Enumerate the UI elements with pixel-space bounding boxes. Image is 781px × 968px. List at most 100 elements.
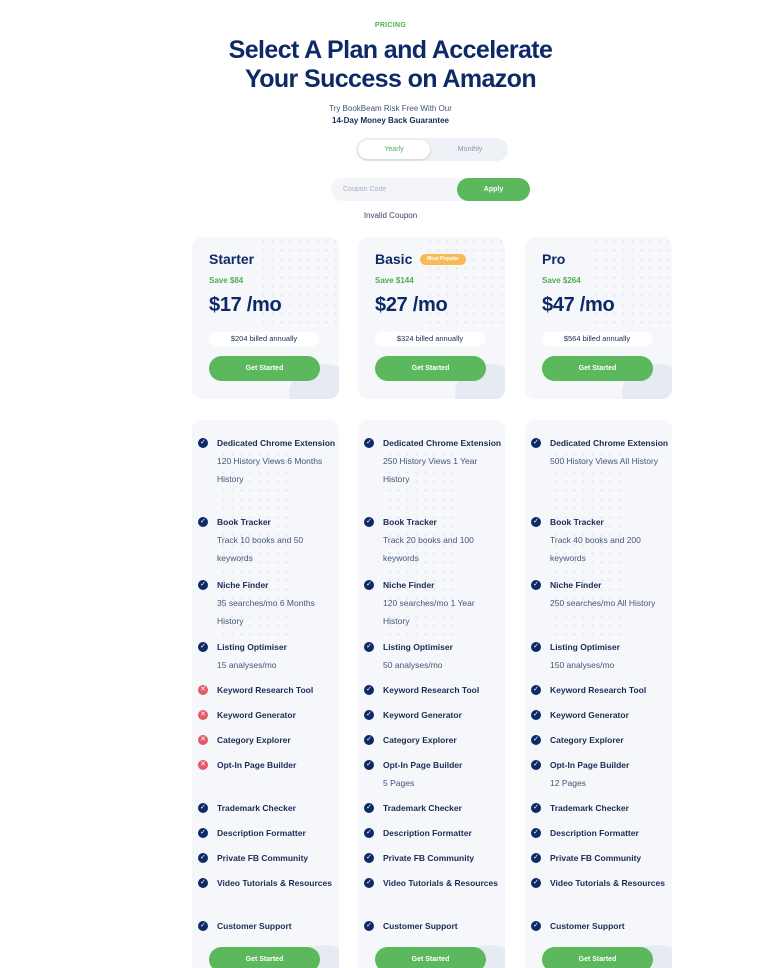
feature-name: Dedicated Chrome Extension: [383, 438, 502, 448]
plan-card-1: Basic Most Popular Save $144 $27 /mo $32…: [358, 237, 505, 399]
check-icon: ✓: [198, 853, 208, 863]
subtitle: Try BookBeam Risk Free With Our: [329, 104, 452, 113]
coupon-input[interactable]: [343, 182, 453, 197]
feature-detail: 500 History Views All History: [550, 456, 659, 466]
section-eyebrow: PRICING: [374, 22, 407, 29]
check-icon: ✓: [531, 685, 541, 695]
check-icon: ✓: [531, 803, 541, 813]
check-icon: ✓: [531, 642, 541, 652]
check-icon: ✓: [364, 853, 374, 863]
feature-name: Opt-In Page Builder: [217, 760, 297, 770]
feature-name: Private FB Community: [550, 853, 642, 863]
check-icon: ✓: [364, 803, 374, 813]
check-icon: ✓: [198, 828, 208, 838]
check-icon: ✓: [531, 921, 541, 931]
title-line-2: Your Success on Amazon: [244, 65, 537, 93]
check-icon: ✓: [364, 438, 374, 448]
plan-billed-annually: $324 billed annually: [375, 332, 485, 346]
get-started-button[interactable]: Get Started: [209, 356, 320, 381]
plan-billed-annually: $564 billed annually: [542, 332, 652, 346]
feature-name: Niche Finder: [217, 580, 269, 590]
feature-detail: 150 analyses/mo: [550, 660, 615, 670]
get-started-button[interactable]: Get Started: [542, 356, 653, 381]
cross-icon: ✕: [198, 760, 208, 770]
apply-coupon-button[interactable]: Apply: [457, 178, 530, 201]
feature-detail: Track 10 books and 50 keywords: [217, 535, 304, 563]
feature-name: Listing Optimiser: [217, 642, 287, 652]
plan-price: $17 /mo: [209, 294, 282, 316]
plan-name: Starter: [209, 251, 255, 267]
feature-detail: 250 searches/mo All History: [550, 598, 656, 608]
check-icon: ✓: [198, 878, 208, 888]
feature-name: Dedicated Chrome Extension: [217, 438, 336, 448]
guarantee-text: 14-Day Money Back Guarantee: [332, 116, 449, 125]
feature-name: Trademark Checker: [550, 803, 629, 813]
feature-name: Keyword Generator: [217, 710, 296, 720]
coupon-error-message: Invalid Coupon: [363, 211, 418, 220]
billing-toggle[interactable]: Yearly Monthly: [356, 138, 508, 161]
check-icon: ✓: [364, 685, 374, 695]
feature-name: Trademark Checker: [217, 803, 296, 813]
check-icon: ✓: [364, 921, 374, 931]
plan-card-0: Starter Save $84 $17 /mo $204 billed ann…: [192, 237, 339, 399]
get-started-button[interactable]: Get Started: [209, 947, 320, 968]
plan-price: $27 /mo: [375, 294, 448, 316]
plan-features-card-2: ✓ Dedicated Chrome Extension 500 History…: [525, 420, 672, 968]
check-icon: ✓: [531, 438, 541, 448]
check-icon: ✓: [531, 580, 541, 590]
check-icon: ✓: [198, 580, 208, 590]
check-icon: ✓: [531, 853, 541, 863]
feature-name: Keyword Research Tool: [383, 685, 480, 695]
check-icon: ✓: [364, 517, 374, 527]
feature-name: Listing Optimiser: [383, 642, 453, 652]
feature-detail: 15 analyses/mo: [217, 660, 277, 670]
feature-name: Video Tutorials & Resources: [217, 878, 332, 888]
check-icon: ✓: [531, 735, 541, 745]
feature-name: Opt-In Page Builder: [550, 760, 630, 770]
check-icon: ✓: [364, 828, 374, 838]
get-started-button[interactable]: Get Started: [375, 356, 486, 381]
check-icon: ✓: [364, 642, 374, 652]
plan-savings: Save $144: [375, 276, 414, 285]
coupon-form: Apply: [331, 178, 530, 201]
toggle-monthly[interactable]: Monthly: [434, 140, 506, 159]
cross-icon: ✕: [198, 710, 208, 720]
feature-name: Private FB Community: [383, 853, 475, 863]
plan-name: Basic: [375, 251, 413, 267]
plan-savings: Save $264: [542, 276, 581, 285]
feature-name: Category Explorer: [217, 735, 291, 745]
feature-detail: 50 analyses/mo: [383, 660, 443, 670]
check-icon: ✓: [198, 642, 208, 652]
get-started-button[interactable]: Get Started: [375, 947, 486, 968]
feature-name: Keyword Generator: [383, 710, 462, 720]
check-icon: ✓: [531, 760, 541, 770]
feature-detail: 120 History Views 6 Months History: [217, 456, 323, 484]
feature-detail: 35 searches/mo 6 Months History: [217, 598, 315, 626]
check-icon: ✓: [198, 517, 208, 527]
plan-features-card-0: ✓ Dedicated Chrome Extension 120 History…: [192, 420, 339, 968]
feature-name: Niche Finder: [550, 580, 602, 590]
feature-name: Private FB Community: [217, 853, 309, 863]
plan-billed-annually: $204 billed annually: [209, 332, 319, 346]
plan-price: $47 /mo: [542, 294, 615, 316]
toggle-yearly[interactable]: Yearly: [358, 140, 430, 159]
feature-name: Customer Support: [217, 921, 292, 931]
check-icon: ✓: [198, 921, 208, 931]
most-popular-badge: Most Popular: [420, 254, 466, 265]
feature-name: Video Tutorials & Resources: [550, 878, 665, 888]
plan-features-card-1: ✓ Dedicated Chrome Extension 250 History…: [358, 420, 505, 968]
feature-name: Book Tracker: [217, 517, 271, 527]
feature-name: Book Tracker: [550, 517, 604, 527]
check-icon: ✓: [198, 803, 208, 813]
feature-name: Niche Finder: [383, 580, 435, 590]
plan-card-2: Pro Save $264 $47 /mo $564 billed annual…: [525, 237, 672, 399]
title-line-1: Select A Plan and Accelerate: [228, 36, 553, 64]
check-icon: ✓: [364, 760, 374, 770]
get-started-button[interactable]: Get Started: [542, 947, 653, 968]
cross-icon: ✕: [198, 735, 208, 745]
feature-detail: 120 searches/mo 1 Year History: [383, 598, 475, 626]
check-icon: ✓: [531, 517, 541, 527]
page-title: Select A Plan and Accelerate Your Succes…: [0, 36, 781, 94]
cross-icon: ✕: [198, 685, 208, 695]
feature-name: Customer Support: [550, 921, 625, 931]
